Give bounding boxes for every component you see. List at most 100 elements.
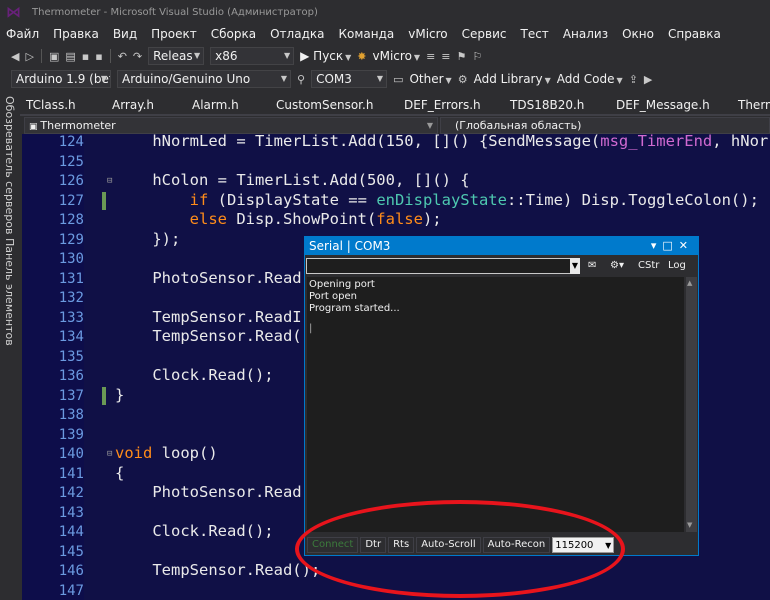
code-text: ); <box>422 210 442 228</box>
line-number: 134 <box>58 329 84 345</box>
serial-send-input[interactable] <box>306 258 578 274</box>
add-code-dropdown[interactable]: Add Code ▼ <box>557 72 623 86</box>
toolbox-tab[interactable]: Панель элементов <box>3 238 16 346</box>
flame-icon[interactable]: ✸ <box>357 50 366 63</box>
line-number: 141 <box>58 465 84 482</box>
menu-vmicro[interactable]: vMicro <box>402 24 455 44</box>
code-line: hColon = TimerList.Add(500, []() { <box>115 171 470 189</box>
gear-icon[interactable]: ⚙▾ <box>607 258 627 274</box>
save-icon[interactable]: ▪ <box>82 50 89 63</box>
solution-platform-select[interactable]: x86 ▼ <box>210 47 295 65</box>
add-library-dropdown[interactable]: Add Library ▼ <box>474 72 551 86</box>
forward-icon[interactable]: ▷ <box>25 50 33 63</box>
menu-debug[interactable]: Отладка <box>264 24 332 44</box>
start-button[interactable]: ▶ Пуск ▼ <box>300 49 351 63</box>
toolbar-separator <box>109 49 111 63</box>
tab-customsensor-h[interactable]: CustomSensor.h <box>276 98 373 112</box>
gear-icon[interactable]: ⚙ <box>458 73 468 86</box>
bookmark-icon[interactable]: ⚑ <box>457 50 467 63</box>
chevron-down-icon: ▼ <box>376 74 384 83</box>
tab-def-message-h[interactable]: DEF_Message.h <box>616 98 710 112</box>
rts-button[interactable]: Rts <box>388 537 415 553</box>
line-number: 137 <box>58 387 84 404</box>
ide-select[interactable]: Arduino 1.9 (beta ▼ <box>11 70 111 88</box>
baud-rate-select[interactable]: 115200 ▼ <box>552 537 615 553</box>
new-project-icon[interactable]: ▣ <box>49 50 59 63</box>
menu-project[interactable]: Проект <box>145 24 205 44</box>
code-text: hNormLed = TimerList.Add(150, []() {Send… <box>115 134 601 150</box>
server-explorer-tab[interactable]: Обозреватель серверов <box>3 96 16 234</box>
vmicro-dropdown[interactable]: vMicro ▼ <box>373 49 421 63</box>
menu-analyze[interactable]: Анализ <box>557 24 616 44</box>
serial-output-scrollbar[interactable]: ▲ ▼ <box>686 277 697 532</box>
upload-icon[interactable]: ⇪ <box>629 73 638 86</box>
scroll-down-icon[interactable]: ▼ <box>687 521 692 529</box>
tab-tclass-h[interactable]: TClass.h <box>26 98 76 112</box>
code-keyword: void <box>115 444 153 462</box>
scroll-up-icon[interactable]: ▲ <box>687 279 692 287</box>
menu-test[interactable]: Тест <box>515 24 557 44</box>
serial-control-bar: Connect Dtr Rts Auto-Scroll Auto-Recon 1… <box>305 535 698 555</box>
code-line: TempSensor.Read( <box>115 327 302 345</box>
code-line: } <box>115 385 125 404</box>
dtr-button[interactable]: Dtr <box>360 537 387 553</box>
board-value: Arduino/Genuino Uno <box>122 72 251 86</box>
menu-team[interactable]: Команда <box>332 24 402 44</box>
menu-build[interactable]: Сборка <box>205 24 264 44</box>
line-number: 143 <box>58 504 84 521</box>
maximize-icon[interactable]: □ <box>662 239 678 252</box>
serial-monitor-window: Serial | COM3 ▾□✕ ▼ ✉ ⚙▾ CStr Log Openin… <box>304 236 699 556</box>
outdent-icon[interactable]: ≡ <box>441 50 450 63</box>
save-all-icon[interactable]: ▪ <box>95 50 102 63</box>
search-icon[interactable]: ⚲ <box>297 73 305 86</box>
serial-send-history-dropdown[interactable]: ▼ <box>570 258 580 274</box>
project-icon: ▣ <box>29 122 41 132</box>
auto-scroll-button[interactable]: Auto-Scroll <box>416 537 481 553</box>
collapse-icon[interactable]: ⊟ <box>107 176 112 186</box>
scope-select[interactable]: (Глобальная область) <box>440 117 770 134</box>
bookmark-prev-icon[interactable]: ⚐ <box>472 50 482 63</box>
tab-tds18b20-h[interactable]: TDS18B20.h <box>510 98 584 112</box>
serial-output-area[interactable]: Opening port Port open Program started..… <box>307 277 684 532</box>
menu-help[interactable]: Справка <box>662 24 729 44</box>
menu-tools[interactable]: Сервис <box>456 24 515 44</box>
cstr-button[interactable]: CStr <box>635 258 662 274</box>
menu-view[interactable]: Вид <box>107 24 145 44</box>
line-number: 125 <box>58 153 84 170</box>
line-number: 147 <box>58 582 84 599</box>
menu-file[interactable]: Файл <box>0 24 47 44</box>
change-marker <box>102 387 106 405</box>
menu-window[interactable]: Окно <box>616 24 662 44</box>
tab-array-h[interactable]: Array.h <box>112 98 154 112</box>
port-select[interactable]: COM3 ▼ <box>311 70 388 88</box>
serial-monitor-icon[interactable]: ▭ <box>393 73 403 86</box>
collapse-icon[interactable]: ⊟ <box>107 449 112 459</box>
solution-configuration-select[interactable]: Releas ▼ <box>148 47 205 65</box>
auto-reconnect-button[interactable]: Auto-Recon <box>482 537 551 553</box>
window-menu-icon[interactable]: ▾ <box>651 239 663 252</box>
log-button[interactable]: Log <box>665 258 689 274</box>
tab-alarm-h[interactable]: Alarm.h <box>192 98 239 112</box>
code-line: Clock.Read(); <box>115 366 274 384</box>
output-line: Program started... <box>309 303 400 314</box>
code-text: (DisplayState == <box>208 190 377 209</box>
redo-icon[interactable]: ↷ <box>133 50 142 63</box>
open-folder-icon[interactable]: ▤ <box>65 50 75 63</box>
tab-thermometer[interactable]: Therm <box>738 98 770 112</box>
serial-window-titlebar[interactable]: Serial | COM3 ▾□✕ <box>305 237 698 255</box>
menu-edit[interactable]: Правка <box>47 24 107 44</box>
indent-icon[interactable]: ≡ <box>426 50 435 63</box>
code-line: if (DisplayState == enDisplayState::Time… <box>115 191 759 209</box>
project-select[interactable]: ▣ Thermometer ▼ <box>24 117 438 134</box>
close-icon[interactable]: ✕ <box>679 239 694 252</box>
run-icon[interactable]: ▶ <box>644 73 652 86</box>
undo-icon[interactable]: ↶ <box>118 50 127 63</box>
other-dropdown[interactable]: Other ▼ <box>409 72 451 86</box>
board-select[interactable]: Arduino/Genuino Uno ▼ <box>117 70 291 88</box>
connect-button[interactable]: Connect <box>307 537 359 553</box>
back-icon[interactable]: ◀ <box>11 50 19 63</box>
chevron-down-icon: ▼ <box>426 121 433 130</box>
tab-def-errors-h[interactable]: DEF_Errors.h <box>404 98 481 112</box>
send-mail-icon[interactable]: ✉ <box>585 258 599 274</box>
